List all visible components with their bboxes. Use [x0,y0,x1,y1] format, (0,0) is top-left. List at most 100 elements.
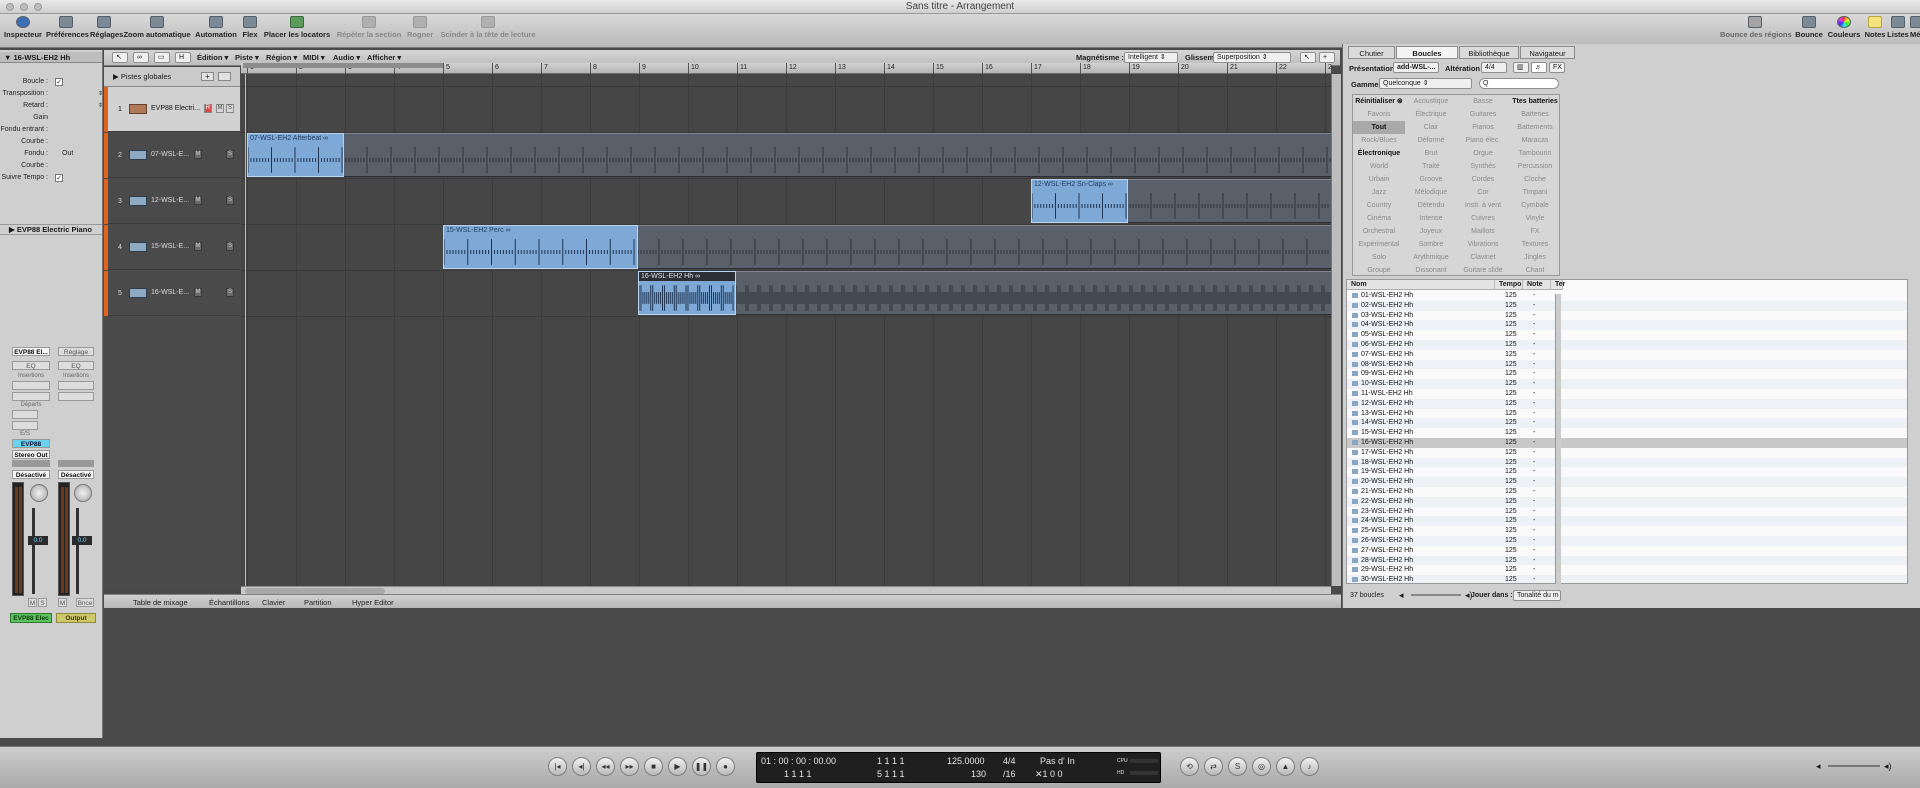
keyword-button[interactable]: Guitares [1457,108,1509,121]
scale-popup[interactable]: Quelconque ⇕ [1379,78,1472,89]
delay-stepper[interactable]: ⇕ [98,102,103,109]
bounce-regions-button[interactable]: Bounce des régions [1720,16,1792,46]
search-input[interactable]: Q [1479,78,1559,89]
cycle-icon[interactable]: ⟲ [1180,757,1199,776]
strip1-insert-slot-2[interactable] [12,392,50,401]
region-07[interactable]: 07-WSL-EH2 Afterbeat ∞ [247,133,344,177]
region-16[interactable]: 16-WSL-EH2 Hh ∞ [638,271,736,315]
loop-result-row[interactable]: 20-WSL-EH2 Hh 125- [1347,477,1907,487]
pointer-tool-icon[interactable]: ↖ [1300,52,1316,63]
loop-result-row[interactable]: 24-WSL-EH2 Hh 125- [1347,516,1907,527]
presentation-popup[interactable]: add-WSL-... [1393,62,1439,73]
menu-afficher[interactable]: Afficher ▾ [367,53,401,63]
keyword-button[interactable]: Textures [1509,238,1561,251]
keyword-button[interactable]: Vinyle [1509,212,1561,225]
keyword-button[interactable]: Piano élec. [1457,134,1509,147]
tab-bin[interactable]: Chutier [1348,46,1395,59]
column-name[interactable]: Nom [1347,280,1495,290]
transport-display[interactable]: 01 : 00 : 00 : 00.00 1 1 1 1 1 1 1 1 5 1… [756,752,1161,783]
column-note[interactable]: Note [1523,280,1551,290]
keyword-button[interactable]: Groupe [1353,264,1405,277]
menu-piste[interactable]: Piste ▾ [235,53,259,63]
catch-icon[interactable]: ▭ [154,52,170,63]
follow-tempo-checkbox[interactable]: ✓ [55,174,63,182]
track-2-mute-button[interactable]: M [194,150,202,159]
replace-icon[interactable]: ⇄ [1204,757,1223,776]
keyword-button[interactable]: Tout [1353,121,1405,134]
stop-icon[interactable]: ■ [644,757,663,776]
tab-browser[interactable]: Navigateur [1520,46,1575,59]
pencil-tool-icon[interactable]: + [1319,52,1335,63]
track-4-mute-button[interactable]: M [194,242,202,251]
fx-view-icon[interactable]: FX [1549,62,1565,73]
record-icon[interactable]: ● [716,757,735,776]
keyword-button[interactable]: Vibrations [1457,238,1509,251]
ruler-bar-9[interactable]: 9 [639,63,646,74]
loop-result-row[interactable]: 26-WSL-EH2 Hh 125- [1347,536,1907,546]
ruler-bar-12[interactable]: 12 [786,63,797,74]
region-parameters-header[interactable]: ▼ 16-WSL-EH2 Hh [0,52,102,63]
zoom-window-icon[interactable] [34,3,42,11]
keyword-button[interactable]: Percussion [1509,160,1561,173]
track-2-solo-button[interactable]: S [226,150,234,159]
keyword-button[interactable]: Jazz [1353,186,1405,199]
inspector-button[interactable]: Inspecteur [4,16,42,46]
keyword-button[interactable]: Jingles [1509,251,1561,264]
loop-result-row[interactable]: 23-WSL-EH2 Hh 125- [1347,507,1907,517]
loop-result-row[interactable]: 08-WSL-EH2 Hh 125- [1347,359,1907,370]
keyword-button[interactable]: Chant [1509,264,1561,277]
track-parameters-header[interactable]: ▶ EVP88 Electric Piano [0,224,102,235]
previous-marker-icon[interactable]: ◂| [572,757,591,776]
tab-hyper-editor[interactable]: Hyper Editor [352,598,394,607]
playhead[interactable] [245,74,246,586]
set-locators-button[interactable]: Placer les locators [262,16,332,46]
keyword-button[interactable]: Timpani [1509,186,1561,199]
play-icon[interactable]: ▶ [668,757,687,776]
keyword-button[interactable]: Synthés [1457,160,1509,173]
menu-region[interactable]: Région ▾ [266,53,297,63]
repeat-section-button[interactable]: Répéter la section [334,16,404,46]
region-16-loop[interactable] [638,271,1331,315]
keyword-button[interactable]: Joyeux [1405,225,1457,238]
keyword-button[interactable]: Cor [1457,186,1509,199]
link-icon[interactable]: ∞ [133,52,149,63]
vertical-scrollbar[interactable] [1331,74,1341,586]
loop-result-row[interactable]: 07-WSL-EH2 Hh 125- [1347,350,1907,360]
settings-button[interactable]: Réglages [90,16,123,46]
solo-transport-icon[interactable]: S [1228,757,1247,776]
keyword-button[interactable]: Maracas [1509,134,1561,147]
ruler-bar-19[interactable]: 19 [1129,63,1140,74]
keyword-button[interactable]: Intense [1405,212,1457,225]
track-4-solo-button[interactable]: S [226,242,234,251]
strip1-send-slot-2[interactable] [12,421,38,430]
master-volume-slider[interactable] [1828,765,1880,767]
notes-button[interactable]: Notes [1864,16,1886,46]
keyword-button[interactable]: Brut [1405,147,1457,160]
keyword-button[interactable]: Urbain [1353,173,1405,186]
loop-result-row[interactable]: 11-WSL-EH2 Hh 125- [1347,389,1907,399]
ruler-bar-16[interactable]: 16 [982,63,993,74]
keyword-button[interactable]: Sombre [1405,238,1457,251]
preview-volume-slider[interactable] [1411,594,1461,596]
strip2-eq-button[interactable]: EQ [58,361,94,370]
flex-button[interactable]: Flex [240,16,260,46]
loop-result-row[interactable]: 21-WSL-EH2 Hh 125- [1347,487,1907,497]
keyword-button[interactable]: Basse [1457,95,1509,108]
ruler-bar-7[interactable]: 7 [541,63,548,74]
ruler-bar-21[interactable]: 21 [1227,63,1238,74]
keyword-button[interactable]: Instr. à vent [1457,199,1509,212]
keyword-button[interactable]: Mélodique [1405,186,1457,199]
strip2-insert-slot-2[interactable] [58,392,94,401]
keyword-button[interactable]: Acoustique [1405,95,1457,108]
region-07-loop[interactable] [247,133,1331,177]
strip2-volume-slider[interactable] [76,508,79,594]
region-15[interactable]: 15-WSL-EH2 Perc ∞ [443,225,638,269]
keyword-button[interactable]: Pianos [1457,121,1509,134]
track-5[interactable]: 5 16-WSL-E... M S [104,271,240,316]
keyword-button[interactable]: Clair [1405,121,1457,134]
global-tracks-toggle[interactable]: ▶ Pistes globales + [104,67,240,87]
hide-icon[interactable]: H [175,52,191,63]
loop-result-row[interactable]: 14-WSL-EH2 Hh 125- [1347,418,1907,429]
keyword-button[interactable]: World [1353,160,1405,173]
strip2-group-slot[interactable] [58,460,94,467]
